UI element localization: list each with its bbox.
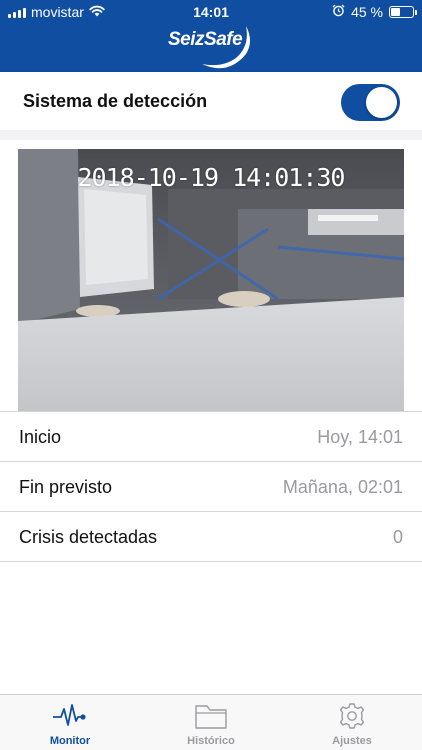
logo-text: SeizSafe [168,29,243,50]
section-divider [0,130,422,140]
row-label: Fin previsto [19,477,113,497]
row-value: 0 [392,527,403,547]
battery-percent: 45 % [351,4,383,20]
heartbeat-icon [53,704,86,726]
tab-label: Monitor [49,735,91,747]
detection-row: Sistema de detección [0,72,422,130]
detection-toggle[interactable] [341,84,400,121]
folder-icon [195,705,227,729]
status-right: 45 % [332,4,417,20]
tab-bar: Monitor Histórico Ajustes [0,694,422,750]
app-logo: SeizSafe [0,26,422,70]
list-item-inicio: Inicio Hoy, 14:01 [0,412,422,462]
tab-label: Ajustes [332,735,372,747]
tab-ajustes[interactable]: Ajustes [282,695,422,750]
status-bar: movistar 14:01 45 % [0,0,422,24]
list-item-fin-previsto: Fin previsto Mañana, 02:01 [0,462,422,512]
session-info-list: Inicio Hoy, 14:01 Fin previsto Mañana, 0… [0,411,422,562]
tab-historico[interactable]: Histórico [141,695,281,750]
row-value: Mañana, 02:01 [282,477,403,497]
app-header: movistar 14:01 45 % SeizSafe [0,0,422,72]
row-label: Inicio [19,427,62,447]
detection-label: Sistema de detección [23,91,208,111]
camera-timestamp: 2018-10-19 14:01:30 [77,163,346,192]
camera-feed[interactable]: 2018-10-19 14:01:30 [18,149,404,411]
tab-label: Histórico [187,735,235,747]
list-item-crisis-detectadas: Crisis detectadas 0 [0,512,422,562]
toggle-knob [366,87,397,118]
alarm-clock-icon [332,4,345,20]
row-label: Crisis detectadas [19,527,158,547]
tab-monitor[interactable]: Monitor [0,695,140,750]
gear-icon [339,703,365,729]
row-value: Hoy, 14:01 [317,427,403,447]
battery-icon [389,6,417,18]
